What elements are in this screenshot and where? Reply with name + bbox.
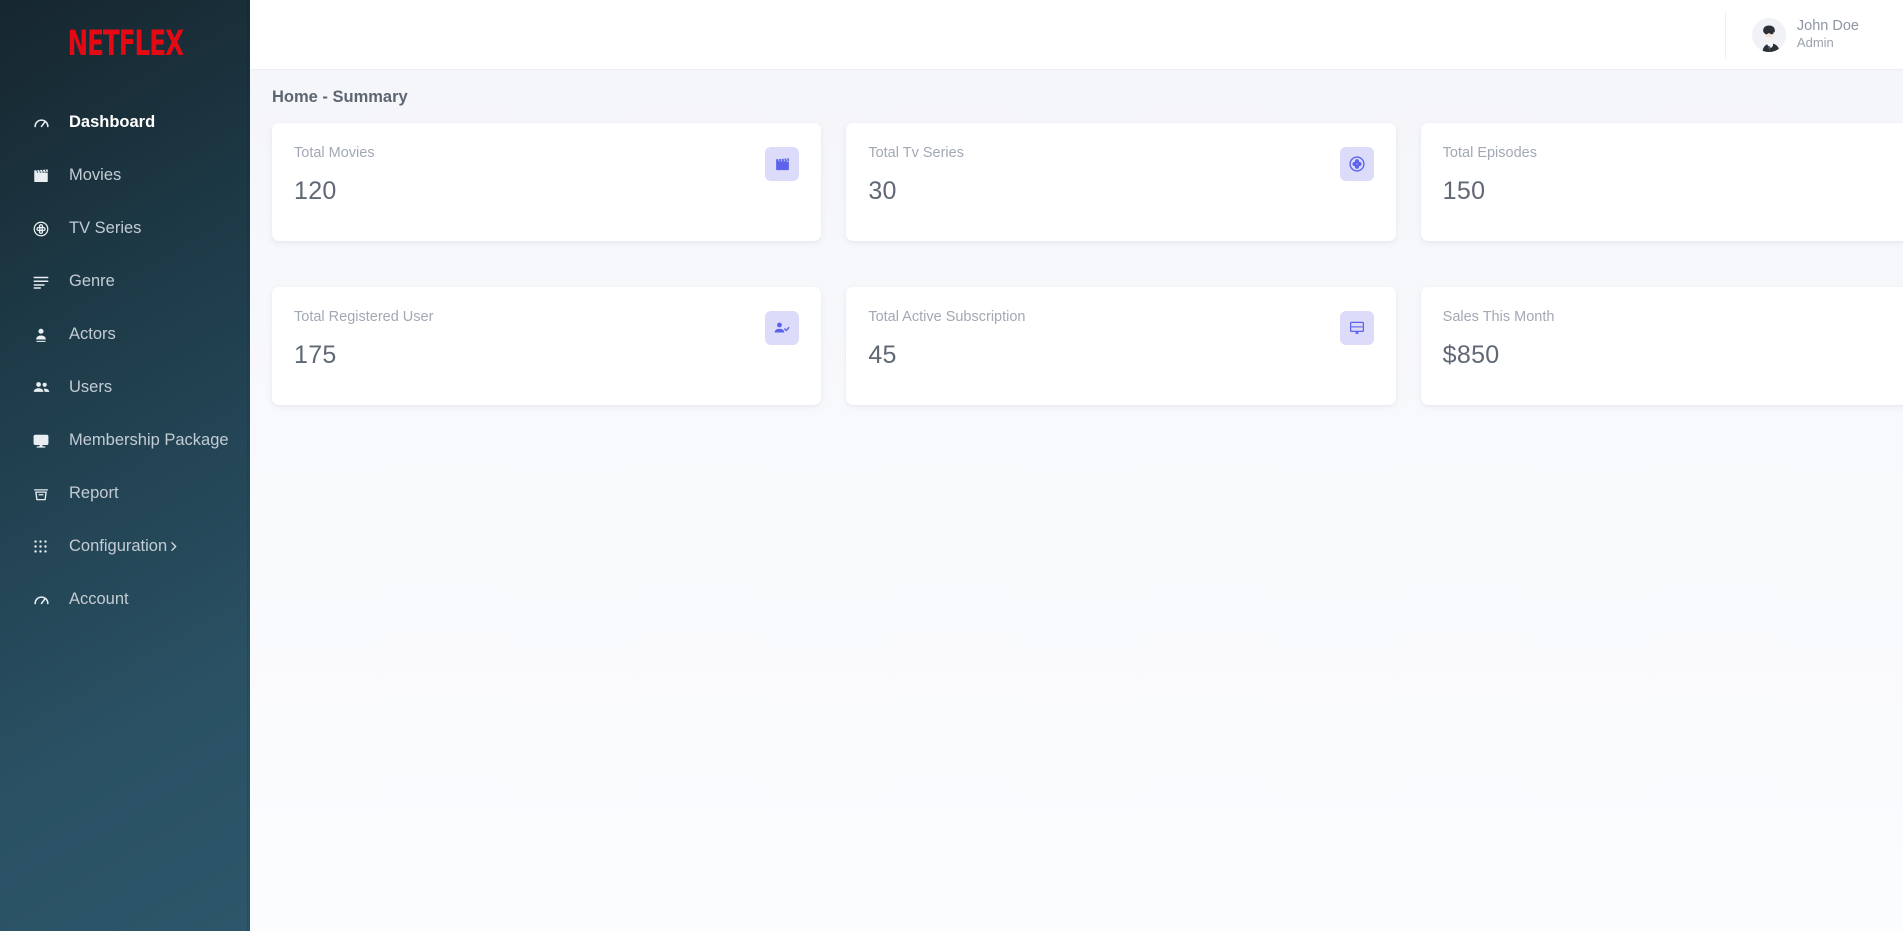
sidebar-item-label: Account [69,590,129,608]
sidebar-nav: Dashboard Movies TV Series Genre Actors … [0,82,250,626]
content-area: Home - Summary Total Movies 120 Total Tv… [250,70,1903,931]
brand-logo-text: NETFLEX [67,23,184,64]
user-meta: John Doe Admin [1797,17,1859,51]
clapperboard-icon [32,167,58,185]
speedometer-icon [32,590,58,609]
sidebar-item-label: Membership Package [69,431,229,449]
sidebar-item-actors[interactable]: Actors [0,308,250,361]
brand-logo[interactable]: NETFLEX [0,0,250,82]
film-reel-icon [1339,147,1374,181]
sidebar-item-label: Movies [69,166,122,184]
monitor-icon [32,432,58,450]
sidebar-edge-shadow [247,0,250,931]
card-value: 45 [868,341,897,369]
chevron-right-icon[interactable] [167,540,180,553]
app-root: NETFLEX Dashboard Movies TV Series Genre… [0,0,1903,931]
sidebar-item-label: TV Series [69,219,142,237]
card-value: $850 [1442,341,1500,369]
card-label: Total Registered User [294,309,434,325]
sidebar-item-membership-package[interactable]: Membership Package [0,414,250,467]
sidebar-item-tv-series[interactable]: TV Series [0,202,250,255]
sidebar-item-label: Users [69,378,113,396]
list-lines-icon [32,273,58,291]
avatar [1751,17,1786,52]
sidebar-item-label: Configuration [69,537,168,555]
card-value: 150 [1442,177,1486,205]
card-label: Total Episodes [1442,145,1537,161]
sidebar-item-label: Report [69,484,119,502]
film-reel-icon [32,220,58,238]
user-name: John Doe [1796,18,1859,35]
sidebar-item-movies[interactable]: Movies [0,149,250,202]
main-area: John Doe Admin Home - Summary Total Movi… [250,0,1903,931]
card-texts: Total Episodes 150 [1443,145,1537,206]
stat-card-total-active-subscription[interactable]: Total Active Subscription 45 [846,287,1396,405]
sidebar-item-account[interactable]: Account [0,573,250,626]
grid-apps-icon [32,538,58,555]
stat-card-sales-this-month[interactable]: Sales This Month $850 $ [1420,287,1903,405]
card-value: 30 [868,177,897,205]
page-title: Home - Summary [272,88,408,106]
stat-card-total-episodes[interactable]: Total Episodes 150 [1420,123,1903,241]
clapperboard-icon [765,147,800,181]
card-value: 175 [294,341,337,369]
sidebar-item-genre[interactable]: Genre [0,255,250,308]
card-texts: Total Tv Series 30 [868,145,964,206]
stat-card-total-registered-user[interactable]: Total Registered User 175 [272,287,822,405]
archive-box-icon [32,485,58,503]
card-label: Total Movies [294,145,375,161]
card-texts: Total Active Subscription 45 [868,309,1025,370]
sidebar-item-label: Actors [69,325,116,343]
sidebar-item-users[interactable]: Users [0,361,250,414]
user-role: Admin [1796,35,1834,51]
stat-card-total-movies[interactable]: Total Movies 120 [272,123,822,241]
people-icon [32,378,58,397]
sidebar-item-configuration[interactable]: Configuration [0,520,250,573]
speedometer-icon [32,113,58,132]
monitor-icon [1339,311,1374,345]
sidebar-item-dashboard[interactable]: Dashboard [0,96,250,149]
card-texts: Total Registered User 175 [294,309,433,370]
card-label: Total Tv Series [868,145,964,161]
card-label: Total Active Subscription [868,309,1026,325]
stat-card-total-tv-series[interactable]: Total Tv Series 30 [846,123,1396,241]
card-texts: Sales This Month $850 [1443,309,1555,370]
sidebar-item-report[interactable]: Report [0,467,250,520]
card-texts: Total Movies 120 [294,145,375,206]
topbar: John Doe Admin [250,0,1903,70]
card-label: Sales This Month [1442,309,1555,325]
summary-cards-grid: Total Movies 120 Total Tv Series 30 Tota… [250,123,1903,405]
sidebar: NETFLEX Dashboard Movies TV Series Genre… [0,0,250,931]
person-check-icon [765,311,800,345]
sidebar-item-label: Dashboard [69,113,156,131]
card-value: 120 [294,177,337,205]
person-icon [32,326,58,344]
user-profile-menu[interactable]: John Doe Admin [1724,11,1859,58]
sidebar-item-label: Genre [69,272,115,290]
